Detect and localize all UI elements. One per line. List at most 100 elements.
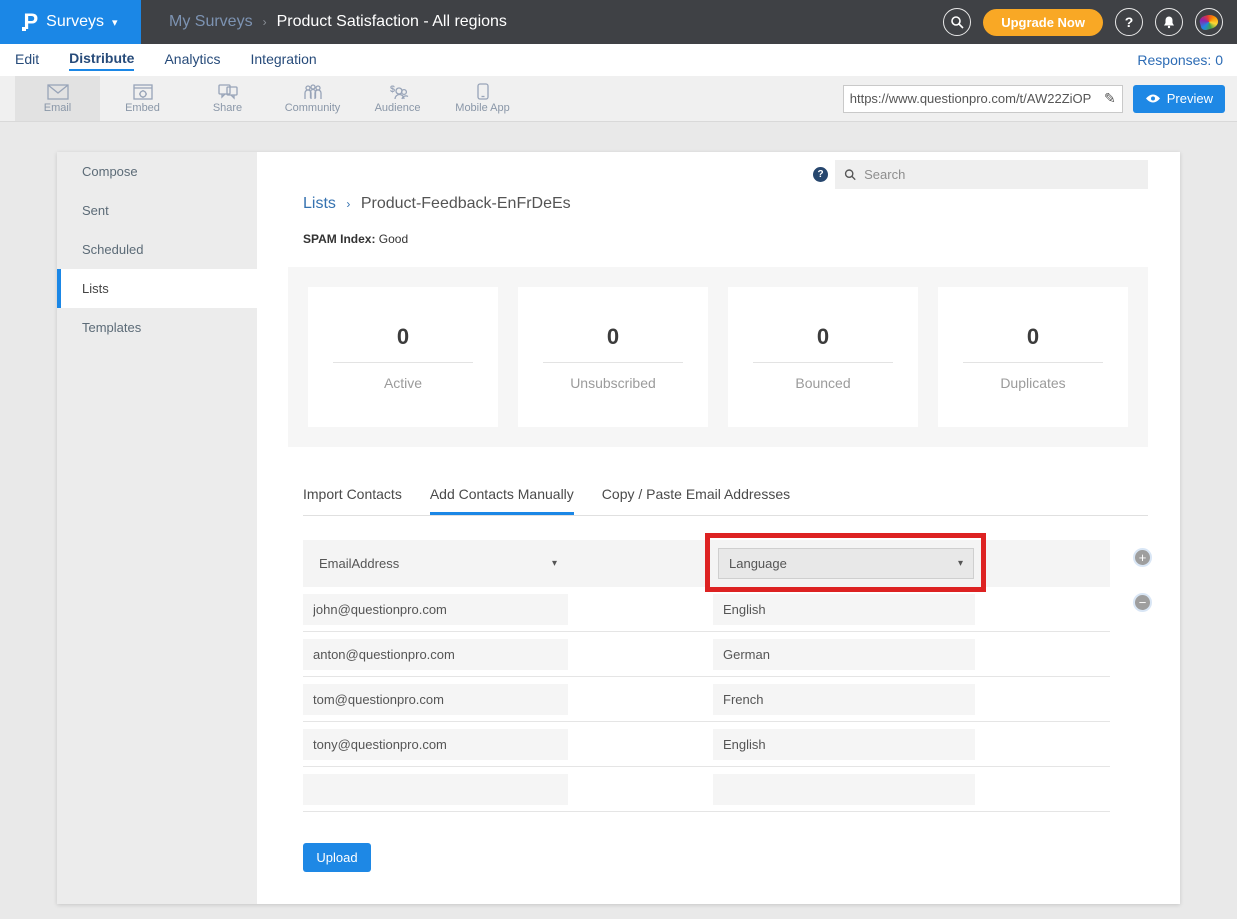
divider xyxy=(963,362,1103,363)
toolbar-community[interactable]: Community xyxy=(270,76,355,121)
divider xyxy=(753,362,893,363)
upload-button[interactable]: Upload xyxy=(303,843,371,872)
help-icon[interactable]: ? xyxy=(813,167,828,182)
sidebar-item-sent[interactable]: Sent xyxy=(57,191,257,230)
list-search-box[interactable] xyxy=(835,160,1148,189)
spam-index: SPAM Index: Good xyxy=(303,232,408,246)
email-icon xyxy=(47,84,69,100)
breadcrumb: My Surveys › Product Satisfaction - All … xyxy=(169,13,507,31)
list-breadcrumb: Lists › Product-Feedback-EnFrDeEs xyxy=(303,195,571,213)
product-name: Surveys xyxy=(46,13,104,31)
main-panel: Compose Sent Scheduled Lists Templates ?… xyxy=(57,152,1180,904)
stat-value: 0 xyxy=(397,324,409,350)
divider xyxy=(543,362,683,363)
edit-url-icon[interactable]: ✎ xyxy=(1104,90,1116,107)
breadcrumb-separator-icon: › xyxy=(346,197,350,211)
language-field[interactable] xyxy=(713,774,975,805)
survey-url-area: https://www.questionpro.com/t/AW22ZiOP ✎… xyxy=(843,76,1237,121)
list-name: Product-Feedback-EnFrDeEs xyxy=(361,195,571,212)
nav-distribute[interactable]: Distribute xyxy=(69,50,134,71)
email-field[interactable] xyxy=(303,774,568,805)
search-input[interactable] xyxy=(864,167,1139,182)
user-avatar[interactable] xyxy=(1195,8,1223,36)
stat-card-bounced: 0 Bounced xyxy=(728,287,918,427)
remove-row-button[interactable]: − xyxy=(1133,593,1152,612)
nav-edit[interactable]: Edit xyxy=(15,51,39,70)
email-column-dropdown[interactable]: EmailAddress ▾ xyxy=(309,548,567,579)
embed-icon xyxy=(133,84,153,100)
chevron-down-icon: ▾ xyxy=(552,558,557,569)
email-field[interactable] xyxy=(303,639,568,670)
contact-row xyxy=(303,632,1110,677)
tab-import-contacts[interactable]: Import Contacts xyxy=(303,480,402,515)
distribute-toolbar: Email Embed Share Community $ Audience M… xyxy=(0,76,1237,122)
email-field[interactable] xyxy=(303,684,568,715)
question-mark-icon: ? xyxy=(1125,14,1134,30)
stat-value: 0 xyxy=(817,324,829,350)
stat-label: Duplicates xyxy=(1000,375,1065,391)
search-icon xyxy=(950,15,964,29)
contact-row xyxy=(303,722,1110,767)
search-button[interactable] xyxy=(943,8,971,36)
notifications-button[interactable] xyxy=(1155,8,1183,36)
contacts-tabs: Import Contacts Add Contacts Manually Co… xyxy=(303,480,1148,516)
contact-row xyxy=(303,767,1110,812)
search-icon xyxy=(844,168,856,181)
survey-url-box[interactable]: https://www.questionpro.com/t/AW22ZiOP ✎ xyxy=(843,85,1123,113)
breadcrumb-my-surveys[interactable]: My Surveys xyxy=(169,13,253,31)
toolbar-mobile-app[interactable]: Mobile App xyxy=(440,76,525,121)
survey-url[interactable]: https://www.questionpro.com/t/AW22ZiOP xyxy=(850,91,1104,106)
nav-integration[interactable]: Integration xyxy=(251,51,317,70)
divider xyxy=(333,362,473,363)
survey-title: Product Satisfaction - All regions xyxy=(277,13,507,31)
breadcrumb-separator-icon: › xyxy=(263,15,267,29)
contact-row xyxy=(303,587,1110,632)
add-row-button[interactable]: + xyxy=(1133,548,1152,567)
questionpro-logo-icon: P xyxy=(23,11,38,33)
email-field[interactable] xyxy=(303,729,568,760)
share-icon xyxy=(218,84,238,100)
email-field[interactable] xyxy=(303,594,568,625)
toolbar-share[interactable]: Share xyxy=(185,76,270,121)
tab-copy-paste-email-addresses[interactable]: Copy / Paste Email Addresses xyxy=(602,480,790,515)
language-field[interactable] xyxy=(713,729,975,760)
language-field[interactable] xyxy=(713,684,975,715)
sidebar-item-lists[interactable]: Lists xyxy=(57,269,257,308)
language-field[interactable] xyxy=(713,594,975,625)
stat-card-duplicates: 0 Duplicates xyxy=(938,287,1128,427)
sidebar-item-scheduled[interactable]: Scheduled xyxy=(57,230,257,269)
stat-card-unsubscribed: 0 Unsubscribed xyxy=(518,287,708,427)
toolbar-embed[interactable]: Embed xyxy=(100,76,185,121)
chevron-down-icon: ▾ xyxy=(112,16,118,29)
app-logo-menu[interactable]: P Surveys ▾ xyxy=(0,0,141,44)
help-button[interactable]: ? xyxy=(1115,8,1143,36)
mobile-app-icon xyxy=(477,83,489,100)
stats-panel: 0 Active 0 Unsubscribed 0 Bounced 0 Dupl… xyxy=(288,267,1148,447)
stat-value: 0 xyxy=(607,324,619,350)
lists-content: ? Lists › Product-Feedback-EnFrDeEs SPAM… xyxy=(257,152,1180,904)
contact-grid-header: EmailAddress ▾ Language ▾ xyxy=(303,540,1110,587)
community-icon xyxy=(302,84,324,100)
breadcrumb-lists-link[interactable]: Lists xyxy=(303,195,336,212)
eye-icon xyxy=(1145,93,1161,104)
svg-text:$: $ xyxy=(390,84,395,94)
stat-label: Unsubscribed xyxy=(570,375,656,391)
nav-analytics[interactable]: Analytics xyxy=(164,51,220,70)
sidebar-item-compose[interactable]: Compose xyxy=(57,152,257,191)
tab-add-contacts-manually[interactable]: Add Contacts Manually xyxy=(430,480,574,515)
survey-nav: Edit Distribute Analytics Integration Re… xyxy=(0,44,1237,76)
bell-icon xyxy=(1162,15,1176,29)
responses-count[interactable]: Responses: 0 xyxy=(1137,52,1223,68)
preview-button[interactable]: Preview xyxy=(1133,85,1225,113)
top-bar: P Surveys ▾ My Surveys › Product Satisfa… xyxy=(0,0,1237,44)
email-sidebar: Compose Sent Scheduled Lists Templates xyxy=(57,152,257,904)
language-column-dropdown[interactable]: Language ▾ xyxy=(718,548,974,579)
toolbar-audience[interactable]: $ Audience xyxy=(355,76,440,121)
toolbar-email[interactable]: Email xyxy=(15,76,100,121)
language-field[interactable] xyxy=(713,639,975,670)
chevron-down-icon: ▾ xyxy=(958,558,963,569)
stat-value: 0 xyxy=(1027,324,1039,350)
sidebar-item-templates[interactable]: Templates xyxy=(57,308,257,347)
upgrade-now-button[interactable]: Upgrade Now xyxy=(983,9,1103,36)
topbar-actions: Upgrade Now ? xyxy=(943,8,1237,36)
